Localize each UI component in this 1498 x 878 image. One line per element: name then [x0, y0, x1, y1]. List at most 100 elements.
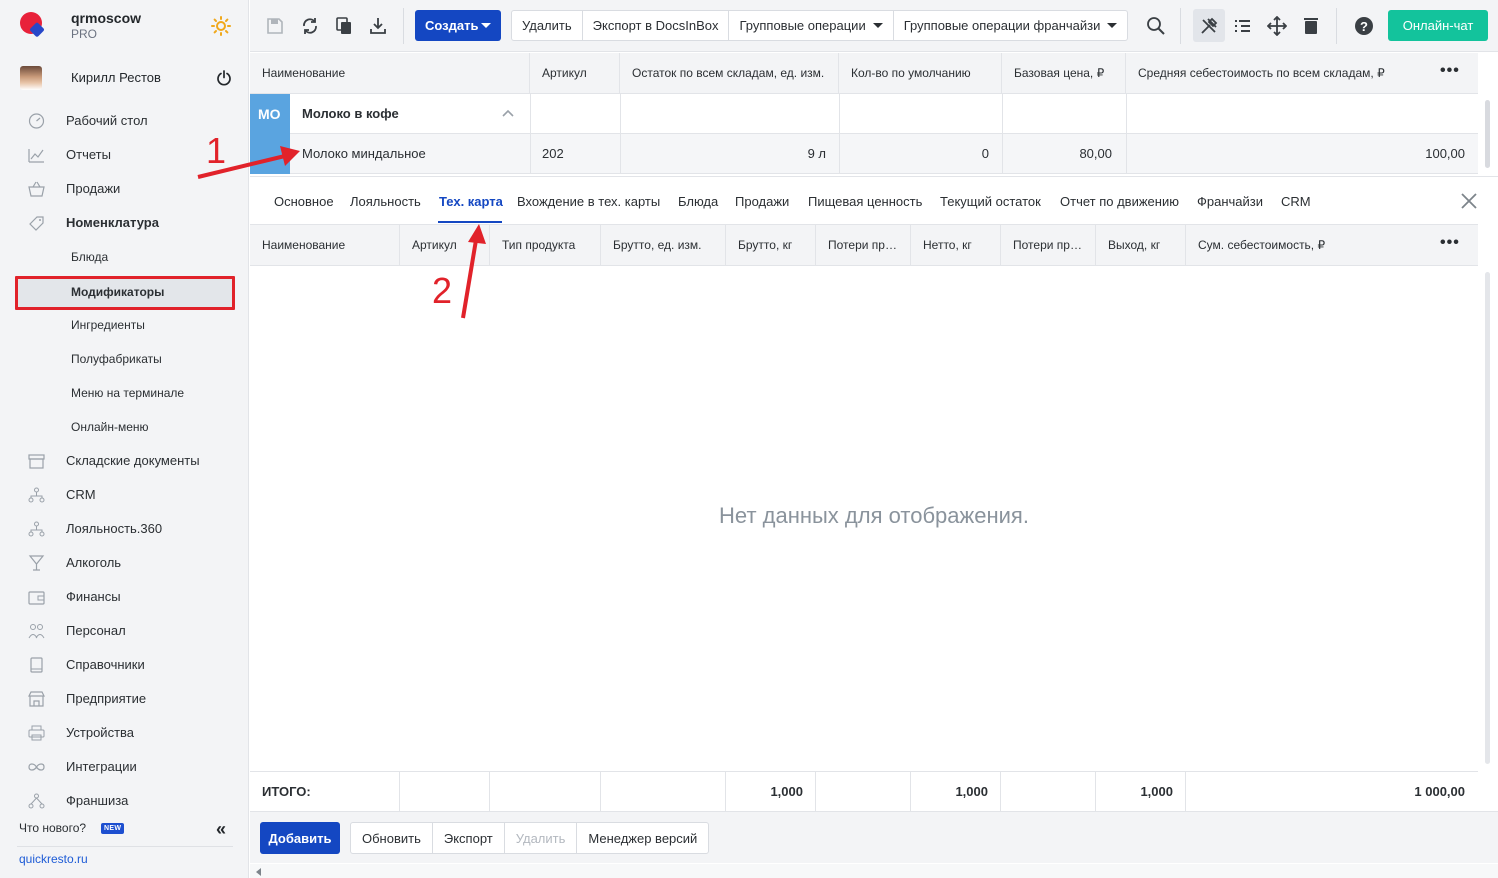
column-header-sum-cost[interactable]: Сум. себестоимость, ₽: [1186, 225, 1478, 266]
divider: [530, 94, 531, 134]
create-button[interactable]: Создать: [415, 10, 501, 41]
list-icon[interactable]: [1233, 16, 1253, 36]
tab-sales[interactable]: Продажи: [735, 194, 789, 209]
table-row[interactable]: Молоко миндальное 202 9 л 0 80,00 100,00: [290, 134, 1478, 174]
group-operations-franchise-label: Групповые операции франчайзи: [903, 18, 1101, 33]
site-link[interactable]: quickresto.ru: [19, 852, 88, 866]
sidebar-subitem-label: Меню на терминале: [71, 386, 185, 400]
power-icon[interactable]: [216, 70, 232, 86]
column-header-stock[interactable]: Остаток по всем складам, ед. изм.: [620, 53, 839, 94]
column-header-name[interactable]: Наименование: [250, 53, 530, 94]
group-operations-franchise-dropdown[interactable]: Групповые операции франчайзи: [894, 11, 1128, 40]
sidebar-subitem-dishes[interactable]: Блюда: [0, 242, 249, 272]
sidebar-item-franchise[interactable]: Франшиза: [0, 786, 249, 816]
group-row[interactable]: МО Молоко в кофе: [250, 94, 1478, 174]
tab-franchisees[interactable]: Франчайзи: [1197, 194, 1263, 209]
sidebar-item-nomenclature[interactable]: Номенклатура: [0, 208, 249, 238]
help-icon[interactable]: ?: [1354, 16, 1374, 36]
totals-cell: [490, 772, 601, 812]
group-operations-dropdown[interactable]: Групповые операции: [729, 11, 894, 40]
save-icon[interactable]: [265, 16, 285, 36]
horizontal-scrollbar[interactable]: [250, 864, 1498, 878]
tab-dishes[interactable]: Блюда: [678, 194, 718, 209]
sidebar-item-label: Номенклатура: [66, 215, 159, 230]
tab-main[interactable]: Основное: [274, 194, 334, 209]
chevron-up-icon[interactable]: [502, 108, 514, 120]
online-chat-button[interactable]: Онлайн-чат: [1388, 10, 1488, 41]
close-icon[interactable]: [1460, 192, 1478, 210]
sidebar-subitem-semi-finished[interactable]: Полуфабрикаты: [0, 344, 249, 374]
sidebar-subitem-online-menu[interactable]: Онлайн-меню: [0, 412, 249, 442]
detail-tabs: Основное Лояльность Тех. карта Вхождение…: [250, 176, 1498, 224]
column-header-article[interactable]: Артикул: [530, 53, 620, 94]
avatar: [20, 66, 42, 90]
tag-icon: [29, 216, 44, 231]
sidebar-item-alcohol[interactable]: Алкоголь: [0, 548, 249, 578]
column-header-loss-cold[interactable]: Потери при...: [816, 225, 911, 266]
bottom-toolbar: Добавить Обновить Экспорт Удалить Менедж…: [250, 811, 1498, 863]
delete-button-label: Удалить: [522, 18, 572, 33]
sidebar-item-devices[interactable]: Устройства: [0, 718, 249, 748]
chart-icon: [28, 149, 44, 163]
sidebar-item-staff[interactable]: Персонал: [0, 616, 249, 646]
export-docsinbox-button[interactable]: Экспорт в DocsInBox: [583, 11, 730, 40]
tab-nutrition[interactable]: Пищевая ценность: [808, 194, 922, 209]
more-columns-icon[interactable]: •••: [1440, 234, 1460, 252]
search-icon[interactable]: [1146, 16, 1166, 36]
sidebar-item-label: Лояльность.360: [66, 521, 163, 536]
column-header-output-kg[interactable]: Выход, кг: [1096, 225, 1186, 266]
column-header-article[interactable]: Артикул: [400, 225, 490, 266]
infinity-icon: [28, 763, 45, 771]
export-button-label: Экспорт: [443, 830, 493, 846]
whats-new-link[interactable]: Что нового?: [19, 821, 86, 835]
column-header-brutto-unit[interactable]: Брутто, ед. изм.: [601, 225, 726, 266]
refresh-icon[interactable]: [300, 16, 320, 36]
sidebar-subitem-ingredients[interactable]: Ингредиенты: [0, 310, 249, 340]
arrow-left-icon[interactable]: [256, 868, 261, 876]
trash-icon[interactable]: [1301, 16, 1321, 36]
sun-icon[interactable]: [211, 16, 231, 36]
sidebar-item-crm[interactable]: CRM: [0, 480, 249, 510]
sidebar-subitem-terminal-menu[interactable]: Меню на терминале: [0, 378, 249, 408]
column-header-loss-hot[interactable]: Потери при...: [1001, 225, 1096, 266]
sidebar-item-loyalty[interactable]: Лояльность.360: [0, 514, 249, 544]
add-button[interactable]: Добавить: [260, 822, 340, 854]
sidebar-item-enterprise[interactable]: Предприятие: [0, 684, 249, 714]
store-icon: [28, 691, 45, 707]
more-columns-icon[interactable]: •••: [1440, 62, 1460, 80]
delete-row-button[interactable]: Удалить: [505, 823, 578, 853]
export-button[interactable]: Экспорт: [433, 823, 505, 853]
download-icon[interactable]: [368, 16, 388, 36]
tab-tech-card[interactable]: Тех. карта: [439, 194, 503, 209]
sidebar-item-references[interactable]: Справочники: [0, 650, 249, 680]
tab-crm[interactable]: CRM: [1281, 194, 1311, 209]
column-header-brutto-kg[interactable]: Брутто, кг: [726, 225, 816, 266]
tools-icon[interactable]: [1199, 16, 1219, 36]
column-header-avg-cost[interactable]: Средняя себестоимость по всем складам, ₽: [1126, 53, 1478, 94]
tab-loyalty[interactable]: Лояльность: [350, 194, 421, 209]
scrollbar[interactable]: [1485, 272, 1490, 764]
sidebar-subitem-label: Онлайн-меню: [71, 420, 149, 434]
sidebar-item-finance[interactable]: Финансы: [0, 582, 249, 612]
delete-button[interactable]: Удалить: [512, 11, 583, 40]
copy-icon[interactable]: [334, 16, 354, 36]
refresh-button[interactable]: Обновить: [351, 823, 433, 853]
move-icon[interactable]: [1267, 16, 1287, 36]
sidebar-subitem-label: Ингредиенты: [71, 318, 145, 332]
sidebar-item-integrations[interactable]: Интеграции: [0, 752, 249, 782]
scrollbar[interactable]: [1485, 100, 1490, 168]
column-header-netto-kg[interactable]: Нетто, кг: [911, 225, 1001, 266]
tab-tech-card-usage[interactable]: Вхождение в тех. карты: [517, 194, 660, 209]
column-header-name[interactable]: Наименование: [250, 225, 400, 266]
column-header-base-price[interactable]: Базовая цена, ₽: [1002, 53, 1126, 94]
tab-current-stock[interactable]: Текущий остаток: [940, 194, 1041, 209]
version-manager-button[interactable]: Менеджер версий: [577, 823, 708, 853]
brand-header[interactable]: qrmoscow PRO: [0, 0, 249, 52]
tab-movement-report[interactable]: Отчет по движению: [1060, 194, 1179, 209]
column-header-product-type[interactable]: Тип продукта: [490, 225, 601, 266]
column-header-default-qty[interactable]: Кол-во по умолчанию: [839, 53, 1002, 94]
sidebar-item-sales[interactable]: Продажи: [0, 174, 249, 204]
user-row[interactable]: Кирилл Рестов: [0, 60, 249, 96]
collapse-sidebar-icon[interactable]: «: [216, 819, 226, 840]
sidebar-item-warehouse-docs[interactable]: Складские документы: [0, 446, 249, 476]
